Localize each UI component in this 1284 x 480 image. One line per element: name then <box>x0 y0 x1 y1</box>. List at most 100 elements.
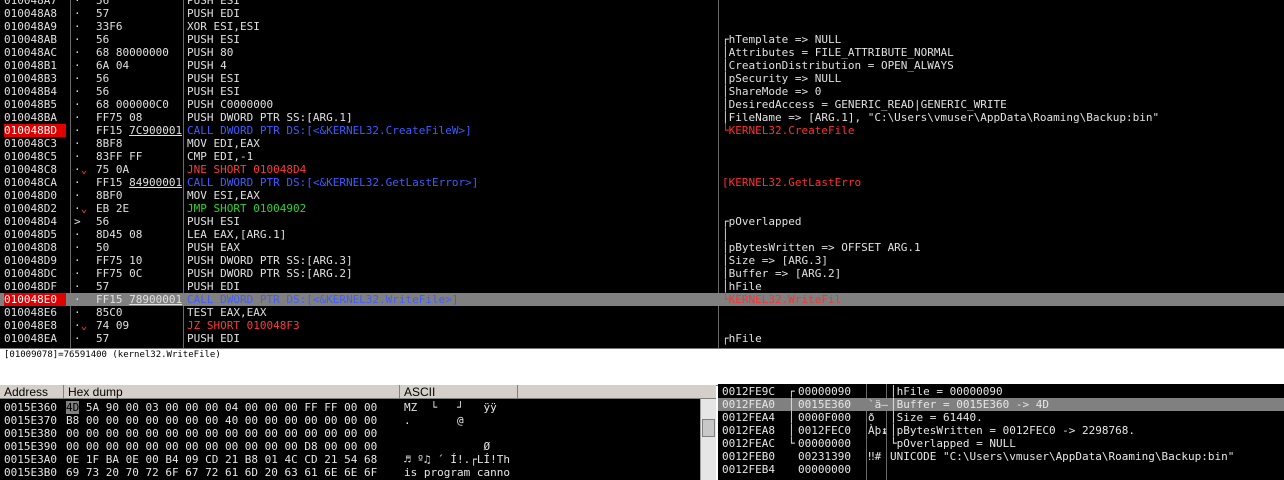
instruction-text[interactable]: CMP EDI,-1 <box>187 150 717 163</box>
instruction-text[interactable]: TEST EAX,EAX <box>187 306 717 319</box>
instruction-address[interactable]: 010048DC <box>4 267 66 280</box>
dump-ascii[interactable]: MZ └ ┘ ÿÿ <box>404 401 520 414</box>
instruction-text[interactable]: CALL DWORD PTR DS:[<&KERNEL32.GetLastErr… <box>187 176 717 189</box>
dump-address[interactable]: 0015E390 <box>4 440 64 453</box>
dump-ascii[interactable]: Ø <box>404 440 520 453</box>
disassembly-row[interactable]: 010048C8 ·⌄ 75 0A JNE SHORT 010048D4 <box>0 163 1284 176</box>
stack-row[interactable]: 0012FEB0 00231390 ‼# UNICODE "C:\Users\vmus… <box>718 450 1284 463</box>
disassembly-row[interactable]: 010048D8 · 50 PUSH EAX │pBytesWritten => OFF… <box>0 241 1284 254</box>
dump-row[interactable]: 0015E360 4D 5A 90 00 03 00 00 00 04 00 00… <box>0 401 700 414</box>
dump-hex-bytes[interactable]: B8 00 00 00 00 00 00 00 40 00 00 00 00 0… <box>66 414 400 427</box>
disassembly-row[interactable]: 010048D9 · FF75 10 PUSH DWORD PTR SS:[ARG.3… <box>0 254 1284 267</box>
disassembly-row[interactable]: 010048C5 · 83FF FF CMP EDI,-1 <box>0 150 1284 163</box>
instruction-text[interactable]: LEA EAX,[ARG.1] <box>187 228 717 241</box>
instruction-address[interactable]: 010048AC <box>4 46 66 59</box>
disassembly-row[interactable]: 010048DC · FF75 0C PUSH DWORD PTR SS:[ARG.2… <box>0 267 1284 280</box>
stack-value[interactable]: 00000000 <box>798 463 862 476</box>
instruction-text[interactable]: PUSH EDI <box>187 332 717 345</box>
instruction-address[interactable]: 010048D4 <box>4 215 66 228</box>
disassembly-row[interactable]: 010048B3 · 56 PUSH ESI │pSecurity => NULL <box>0 72 1284 85</box>
instruction-address[interactable]: 010048D0 <box>4 189 66 202</box>
stack-value[interactable]: 0012FEC0 <box>798 424 862 437</box>
instruction-text[interactable]: PUSH DWORD PTR SS:[ARG.3] <box>187 254 717 267</box>
dump-scrollbar[interactable] <box>700 399 716 480</box>
instruction-address[interactable]: 010048D8 <box>4 241 66 254</box>
instruction-text[interactable]: MOV ESI,EAX <box>187 189 717 202</box>
disassembly-row[interactable]: 010048D2 ·⌄ EB 2E JMP SHORT 01004902 <box>0 202 1284 215</box>
info-pane[interactable]: [01009078]=76591400 (kernel32.WriteFile) <box>0 348 1284 386</box>
dump-hex-bytes[interactable]: 69 73 20 70 72 6F 67 72 61 6D 20 63 61 6… <box>66 466 400 479</box>
disassembly-row[interactable]: 010048AC · 68 80000000 PUSH 80 │Attributes =… <box>0 46 1284 59</box>
stack-address[interactable]: 0012FEA4 <box>722 411 784 424</box>
dump-address[interactable]: 0015E360 <box>4 401 64 414</box>
dump-hex-bytes[interactable]: 00 00 00 00 00 00 00 00 00 00 00 00 D8 0… <box>66 440 400 453</box>
instruction-address[interactable]: 010048C3 <box>4 137 66 150</box>
stack-row[interactable]: 0012FEA8 │ 0012FEC0 Àþ↨ │pBytesWritten = 001… <box>718 424 1284 437</box>
instruction-address[interactable]: 010048D5 <box>4 228 66 241</box>
instruction-text[interactable]: CALL DWORD PTR DS:[<&KERNEL32.WriteFile>… <box>187 293 717 306</box>
instruction-address[interactable]: 010048A8 <box>4 7 66 20</box>
instruction-text[interactable]: PUSH 80 <box>187 46 717 59</box>
stack-row[interactable]: 0012FEB4 00000000 <box>718 463 1284 476</box>
hex-dump-pane[interactable]: Address Hex dump ASCII 0015E360 4D 5A 90 … <box>0 385 716 480</box>
instruction-address[interactable]: 010048D2 <box>4 202 66 215</box>
disassembly-pane[interactable]: 010048A7 · 56 PUSH ESI 010048A8 · 57 PUSH EDI 01… <box>0 0 1284 348</box>
disassembly-row[interactable]: 010048E6 · 85C0 TEST EAX,EAX <box>0 306 1284 319</box>
instruction-address[interactable]: 010048BD <box>4 124 66 137</box>
dump-ascii[interactable]: . @ <box>404 414 520 427</box>
instruction-address[interactable]: 010048C5 <box>4 150 66 163</box>
disassembly-row[interactable]: 010048CA · FF15 84900001 CALL DWORD PTR DS:… <box>0 176 1284 189</box>
dump-scrollbar-thumb[interactable] <box>702 419 715 437</box>
instruction-text[interactable]: PUSH DWORD PTR SS:[ARG.2] <box>187 267 717 280</box>
instruction-text[interactable]: PUSH C0000000 <box>187 98 717 111</box>
disassembly-row[interactable]: 010048D0 · 8BF0 MOV ESI,EAX <box>0 189 1284 202</box>
dump-row[interactable]: 0015E370 B8 00 00 00 00 00 00 00 40 00 00… <box>0 414 700 427</box>
instruction-text[interactable]: PUSH ESI <box>187 85 717 98</box>
instruction-address[interactable]: 010048A9 <box>4 20 66 33</box>
dump-hex-bytes[interactable]: 4D 5A 90 00 03 00 00 00 04 00 00 00 FF F… <box>66 401 400 414</box>
instruction-address[interactable]: 010048E6 <box>4 306 66 319</box>
dump-address[interactable]: 0015E3B0 <box>4 466 64 479</box>
instruction-address[interactable]: 010048C8 <box>4 163 66 176</box>
instruction-text[interactable]: XOR ESI,ESI <box>187 20 717 33</box>
stack-address[interactable]: 0012FEA0 <box>722 398 784 411</box>
instruction-text[interactable]: PUSH DWORD PTR SS:[ARG.1] <box>187 111 717 124</box>
instruction-address[interactable]: 010048BA <box>4 111 66 124</box>
dump-header-hex[interactable]: Hex dump <box>64 385 400 399</box>
disassembly-row[interactable]: 010048E8 ·⌄ 74 09 JZ SHORT 010048F3 <box>0 319 1284 332</box>
instruction-text[interactable]: PUSH ESI <box>187 0 717 7</box>
dump-row[interactable]: 0015E3B0 69 73 20 70 72 6F 67 72 61 6D 20… <box>0 466 700 479</box>
disassembly-row[interactable]: 010048A9 · 33F6 XOR ESI,ESI <box>0 20 1284 33</box>
instruction-address[interactable]: 010048CA <box>4 176 66 189</box>
stack-row[interactable]: 0012FE9C ┌ 00000090 │hFile = 00000090 <box>718 385 1284 398</box>
disassembly-row[interactable]: 010048DF · 57 PUSH EDI │hFile <box>0 280 1284 293</box>
disassembly-row[interactable]: 010048A8 · 57 PUSH EDI <box>0 7 1284 20</box>
disassembly-row[interactable]: 010048A7 · 56 PUSH ESI <box>0 0 1284 7</box>
instruction-address[interactable]: 010048E0 <box>4 293 66 306</box>
instruction-address[interactable]: 010048DF <box>4 280 66 293</box>
stack-address[interactable]: 0012FEA8 <box>722 424 784 437</box>
dump-ascii[interactable]: ♬ º♫ ´ Í!.┌LÍ!Th <box>404 453 520 466</box>
disassembly-row[interactable]: 010048E0 · FF15 78900001 CALL DWORD PTR DS:… <box>0 293 1284 306</box>
dump-address[interactable]: 0015E3A0 <box>4 453 64 466</box>
dump-header-ascii[interactable]: ASCII <box>400 385 518 399</box>
instruction-address[interactable]: 010048B5 <box>4 98 66 111</box>
selected-byte[interactable]: 4D <box>66 401 80 414</box>
instruction-address[interactable]: 010048AB <box>4 33 66 46</box>
stack-value[interactable]: 0015E360 <box>798 398 862 411</box>
instruction-text[interactable]: JMP SHORT 01004902 <box>187 202 717 215</box>
disassembly-row[interactable]: 010048BD · FF15 7C900001 CALL DWORD PTR DS:… <box>0 124 1284 137</box>
stack-address[interactable]: 0012FEB4 <box>722 463 784 476</box>
instruction-address[interactable]: 010048B3 <box>4 72 66 85</box>
disassembly-row[interactable]: 010048B4 · 56 PUSH ESI │ShareMode => 0 <box>0 85 1284 98</box>
dump-hex-bytes[interactable]: 0E 1F BA 0E 00 B4 09 CD 21 B8 01 4C CD 2… <box>66 453 400 466</box>
instruction-text[interactable]: PUSH EDI <box>187 7 717 20</box>
instruction-text[interactable]: CALL DWORD PTR DS:[<&KERNEL32.CreateFile… <box>187 124 717 137</box>
instruction-address[interactable]: 010048E8 <box>4 319 66 332</box>
disassembly-row[interactable]: 010048B5 · 68 000000C0 PUSH C0000000 │Desire… <box>0 98 1284 111</box>
dump-address[interactable]: 0015E380 <box>4 427 64 440</box>
stack-value[interactable]: 00231390 <box>798 450 862 463</box>
instruction-address[interactable]: 010048A7 <box>4 0 66 7</box>
dump-row[interactable]: 0015E3A0 0E 1F BA 0E 00 B4 09 CD 21 B8 01… <box>0 453 700 466</box>
disassembly-row[interactable]: 010048C3 · 8BF8 MOV EDI,EAX <box>0 137 1284 150</box>
